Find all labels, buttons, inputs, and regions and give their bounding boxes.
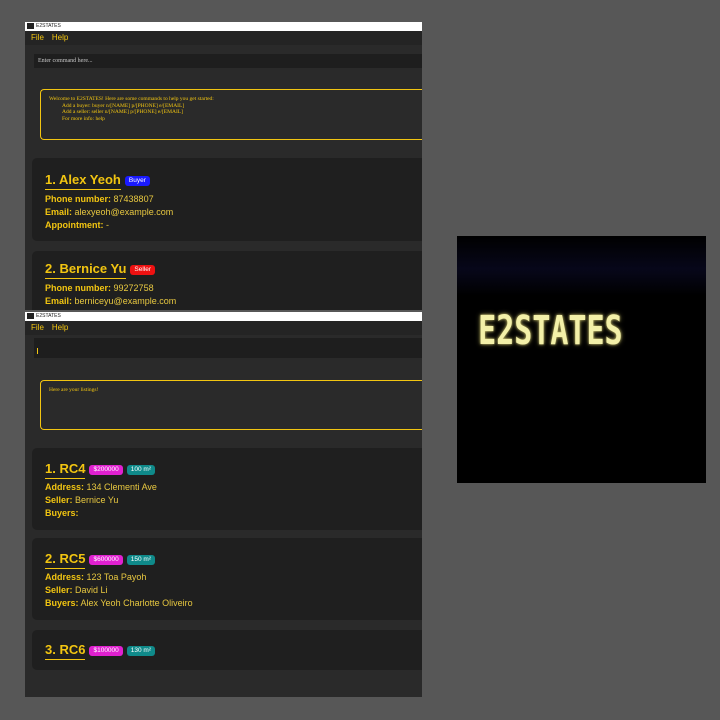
address-field: Address: 123 Toa Payoh xyxy=(45,572,147,582)
result-line: Here are your listings! xyxy=(49,387,99,393)
window-titlebar: E2STATES xyxy=(25,22,422,31)
buyers-field: Buyers: Alex Yeoh Charlotte Oliveiro xyxy=(45,598,193,608)
person-name: 2. Bernice Yu xyxy=(45,261,127,279)
listing-name: 3. RC6 xyxy=(45,642,86,660)
menu-help[interactable]: Help xyxy=(52,33,68,42)
listing-card[interactable]: 1. RC4 $200000 100 m² Address: 134 Cleme… xyxy=(32,448,422,530)
app-icon xyxy=(27,22,34,29)
phone-field: Phone number: 87438807 xyxy=(45,194,154,204)
seller-field: Seller: David Li xyxy=(45,585,108,595)
menu-bar: File Help xyxy=(25,321,422,335)
address-field: Address: 134 Clementi Ave xyxy=(45,482,157,492)
listing-name: 1. RC4 xyxy=(45,461,86,479)
appointment-field: Appointment: - xyxy=(45,220,110,230)
result-display: Welcome to E2STATES! Here are some comma… xyxy=(40,89,422,140)
text-caret xyxy=(37,348,38,354)
menu-file[interactable]: File xyxy=(31,323,44,332)
listing-name: 2. RC5 xyxy=(45,551,86,569)
menu-bar: File Help xyxy=(25,31,422,45)
area-badge: 150 m² xyxy=(126,555,156,565)
seller-badge: Seller xyxy=(130,265,156,275)
menu-help[interactable]: Help xyxy=(52,323,68,332)
person-name: 1. Alex Yeoh xyxy=(45,172,121,190)
listing-card[interactable]: 2. RC5 $600000 150 m² Address: 123 Toa P… xyxy=(32,538,422,620)
window-title: E2STATES xyxy=(36,23,61,29)
result-line: For more info: help xyxy=(62,115,105,122)
phone-field: Phone number: 99272758 xyxy=(45,283,154,293)
command-input[interactable] xyxy=(34,338,422,358)
window-titlebar: E2STATES xyxy=(25,312,422,321)
email-field: Email: berniceyu@example.com xyxy=(45,296,177,306)
buyers-field: Buyers: xyxy=(45,508,79,518)
area-badge: 130 m² xyxy=(126,646,156,656)
e2states-logo: E2STATES xyxy=(478,308,623,354)
preview-background xyxy=(457,236,706,296)
price-badge: $200000 xyxy=(89,465,123,475)
result-display: Here are your listings! xyxy=(40,380,422,430)
area-badge: 100 m² xyxy=(126,465,156,475)
price-badge: $100000 xyxy=(89,646,123,656)
email-field: Email: alexyeoh@example.com xyxy=(45,207,174,217)
buyer-badge: Buyer xyxy=(124,176,150,186)
seller-field: Seller: Bernice Yu xyxy=(45,495,119,505)
menu-file[interactable]: File xyxy=(31,33,44,42)
app-window-listings: E2STATES File Help Here are your listings… xyxy=(25,312,422,697)
price-badge: $600000 xyxy=(89,555,123,565)
logo-preview-image: E2STATES xyxy=(457,236,706,483)
app-icon xyxy=(27,312,34,319)
person-card[interactable]: 1. Alex Yeoh Buyer Phone number: 8743880… xyxy=(32,158,422,241)
window-title: E2STATES xyxy=(36,313,61,319)
person-card[interactable]: 2. Bernice Yu Seller Phone number: 99272… xyxy=(32,251,422,310)
command-input[interactable]: Enter command here... xyxy=(34,54,422,68)
listing-card[interactable]: 3. RC6 $100000 130 m² xyxy=(32,630,422,670)
app-window-persons: E2STATES File Help Enter command here... … xyxy=(25,22,422,310)
